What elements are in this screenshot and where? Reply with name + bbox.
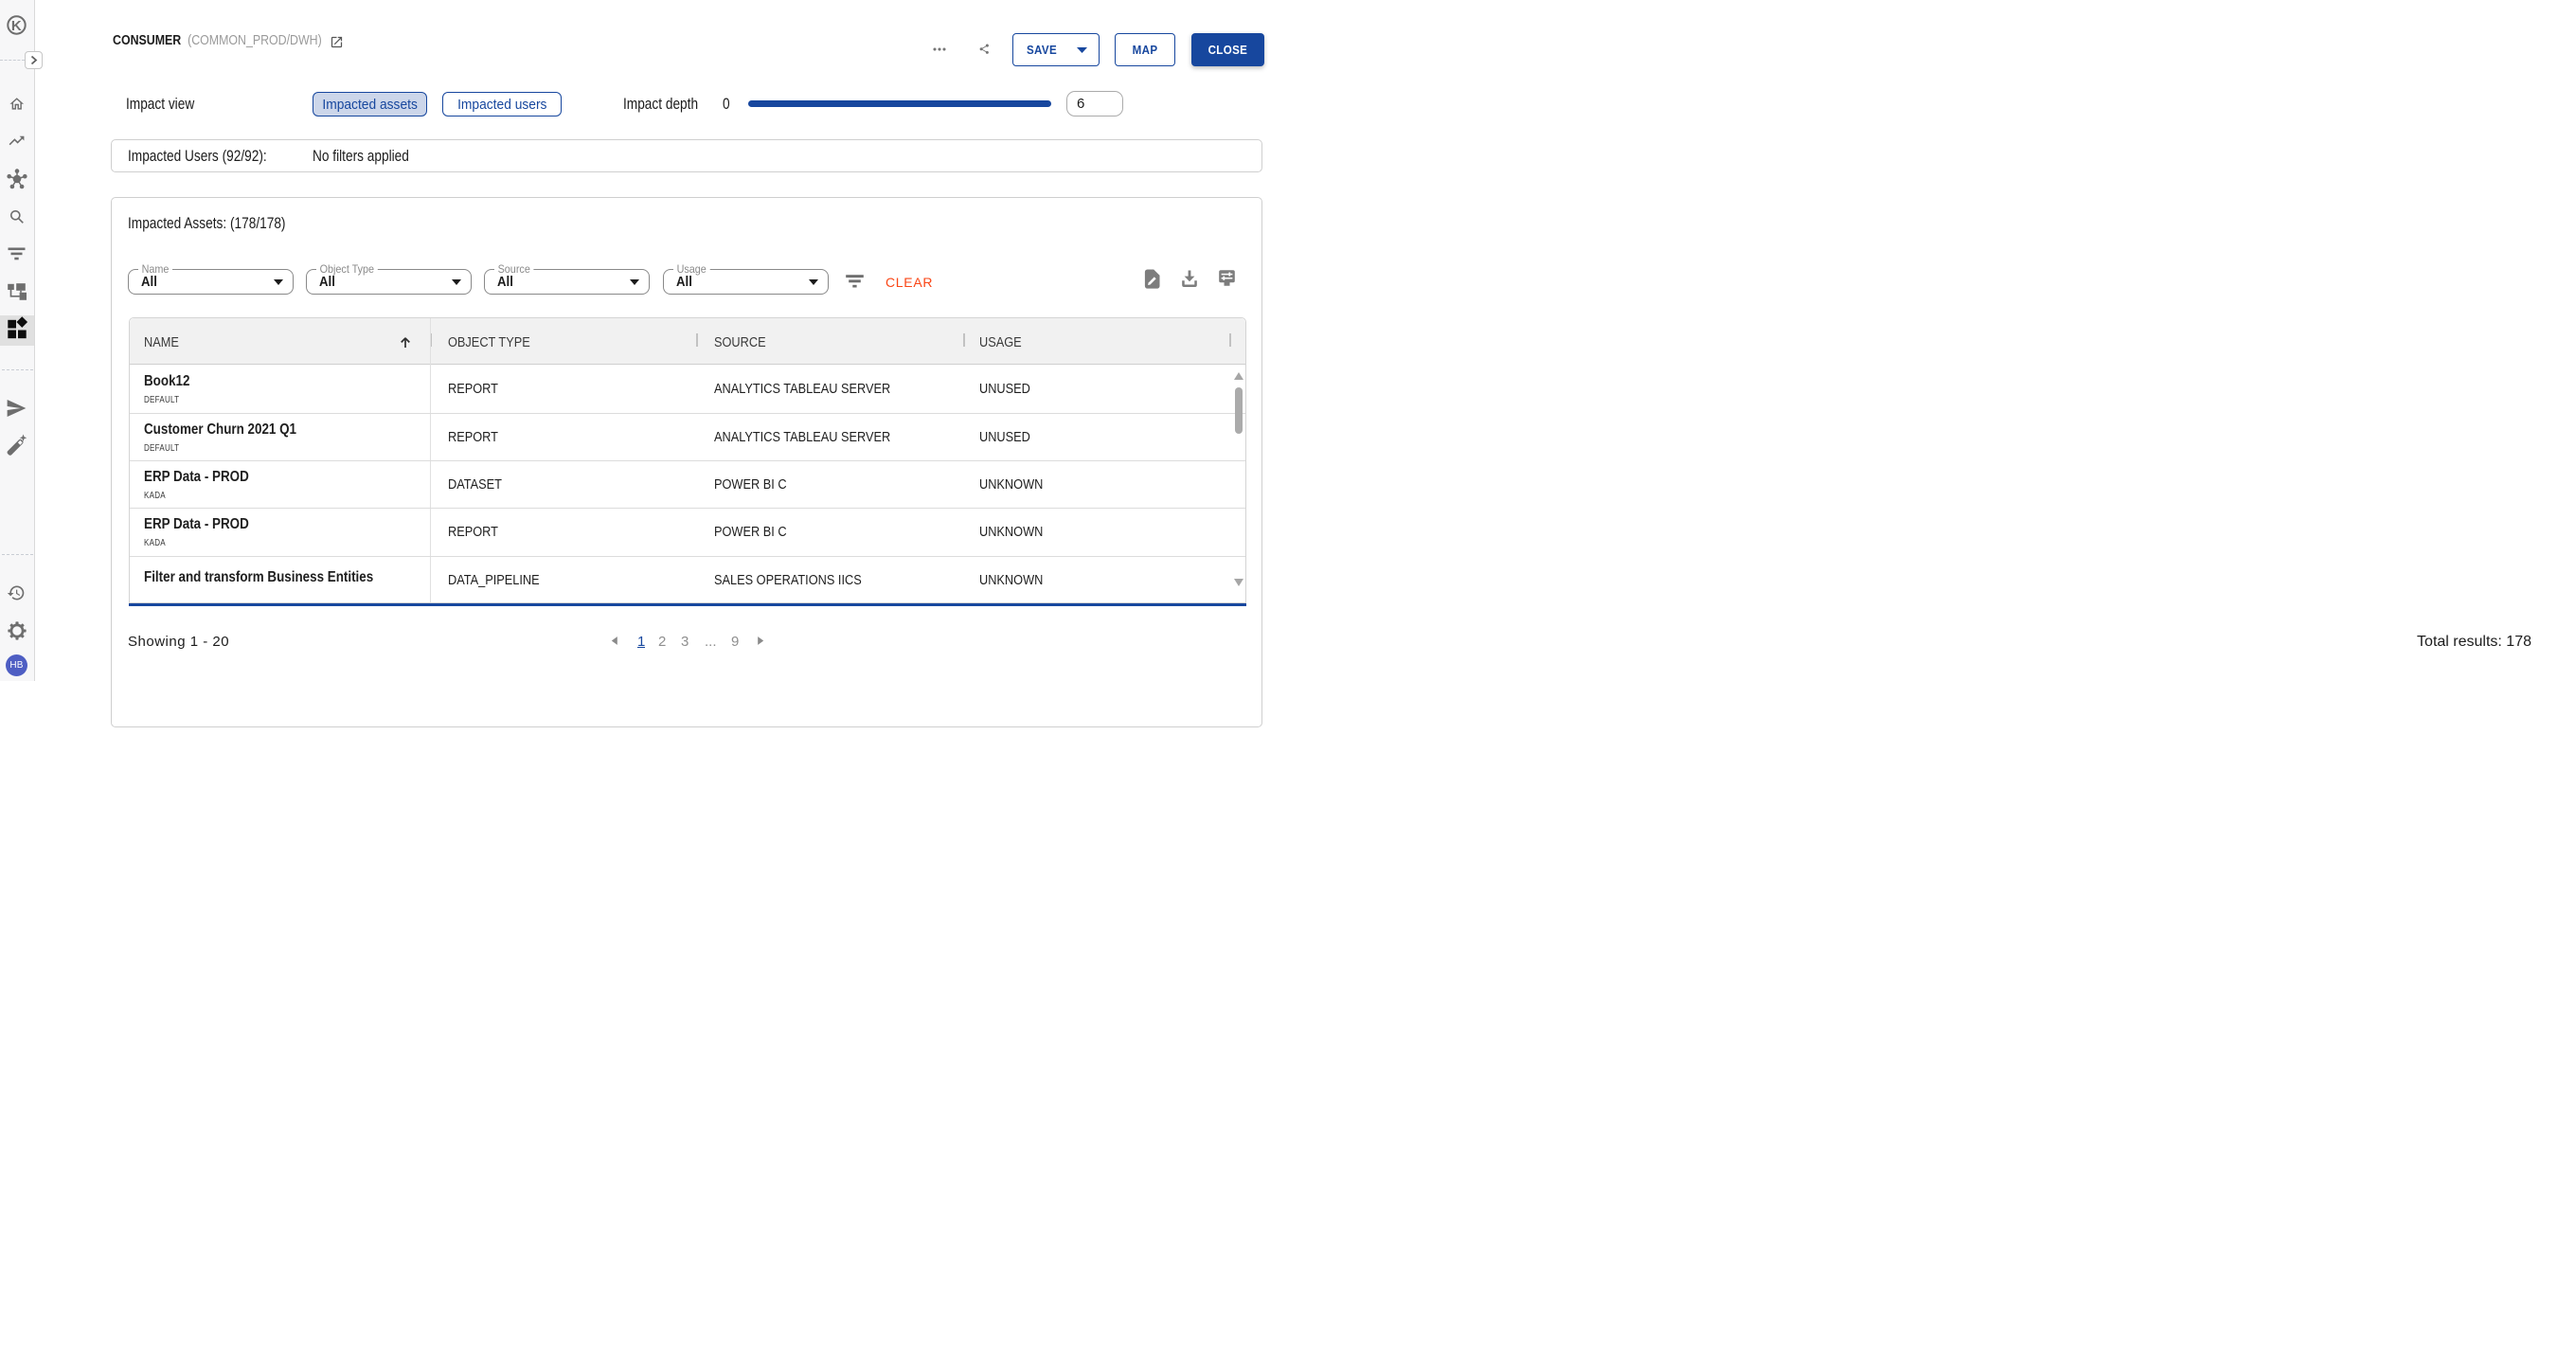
svg-text:K: K	[11, 17, 22, 33]
